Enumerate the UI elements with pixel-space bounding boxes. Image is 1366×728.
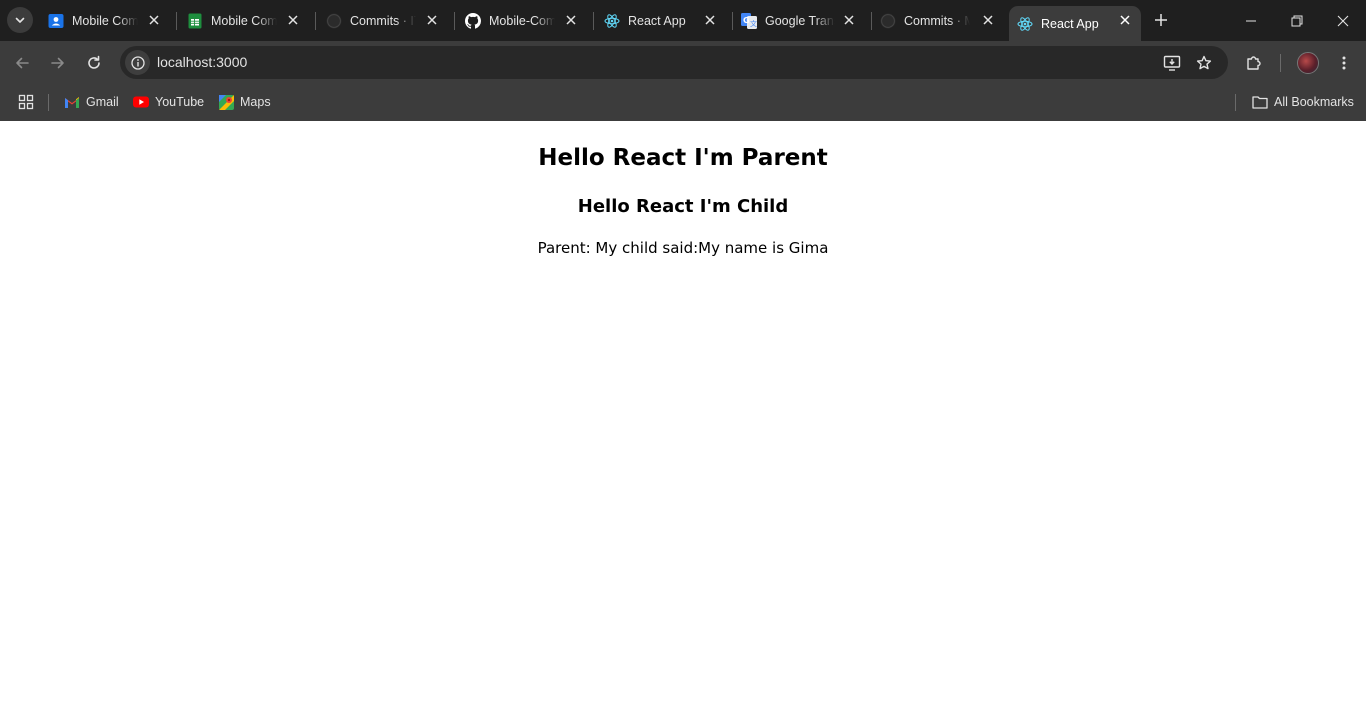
address-bar[interactable]: localhost:3000 — [120, 46, 1228, 79]
info-icon — [130, 55, 145, 70]
svg-text:G: G — [743, 16, 750, 25]
bookmark-maps[interactable]: Maps — [218, 92, 271, 112]
tab-title: Mobile-Com — [489, 13, 555, 28]
close-icon[interactable] — [1117, 12, 1133, 28]
restore-button[interactable] — [1274, 0, 1320, 41]
bookmark-label: Gmail — [86, 95, 119, 109]
tab-commits-m[interactable]: Commits · M — [874, 0, 1004, 41]
tab-google-translate[interactable]: G文 Google Trans — [735, 0, 865, 41]
parent-heading: Hello React I'm Parent — [538, 145, 828, 171]
bookmarks-bar: Gmail YouTube Maps All Bookmarks — [0, 84, 1366, 121]
profile-avatar[interactable] — [1297, 52, 1319, 74]
browser-toolbar: localhost:3000 — [0, 41, 1366, 84]
tab-title: Mobile Com — [72, 13, 138, 28]
tab-separator — [732, 12, 733, 30]
all-bookmarks-label: All Bookmarks — [1274, 95, 1354, 109]
close-icon[interactable] — [563, 12, 579, 28]
new-tab-button[interactable] — [1149, 8, 1173, 32]
extensions-button[interactable] — [1241, 50, 1267, 76]
chevron-down-icon — [15, 17, 25, 23]
bookmark-youtube[interactable]: YouTube — [133, 92, 204, 112]
close-icon[interactable] — [702, 12, 718, 28]
tab-title: Commits · M — [904, 13, 970, 28]
tab-title: React App — [1041, 16, 1099, 31]
parent-message: Parent: My child said:My name is Gima — [537, 239, 829, 257]
back-button[interactable] — [9, 50, 35, 76]
tab-mobile-com-contacts[interactable]: Mobile Com — [40, 0, 170, 41]
star-icon — [1196, 55, 1212, 70]
close-icon[interactable] — [285, 12, 301, 28]
tab-separator — [593, 12, 594, 30]
bookmark-gmail[interactable]: Gmail — [64, 92, 119, 112]
arrow-right-icon — [51, 57, 64, 69]
tab-separator — [315, 12, 316, 30]
bookmark-star-button[interactable] — [1192, 51, 1216, 75]
browser-menu-button[interactable] — [1331, 50, 1357, 76]
more-vertical-icon — [1342, 56, 1346, 70]
child-heading: Hello React I'm Child — [577, 196, 789, 217]
tab-separator — [176, 12, 177, 30]
bookmarks-divider — [1235, 94, 1236, 111]
tab-mobile-com-sheets[interactable]: Mobile Com — [179, 0, 309, 41]
forward-button[interactable] — [45, 50, 71, 76]
tab-title: React App — [628, 13, 686, 28]
google-contacts-icon — [48, 13, 64, 29]
tab-title: Mobile Com — [211, 13, 277, 28]
toolbar-divider — [1280, 54, 1281, 72]
google-maps-icon — [218, 94, 234, 110]
close-icon[interactable] — [980, 12, 996, 28]
close-icon — [1337, 15, 1349, 26]
bookmarks-divider — [48, 94, 49, 111]
reload-button[interactable] — [81, 50, 107, 76]
tab-react-app-active[interactable]: React App — [1009, 6, 1141, 41]
tab-separator — [871, 12, 872, 30]
github-icon — [465, 12, 481, 29]
page-content: Hello React I'm Parent Hello React I'm C… — [0, 121, 1366, 728]
restore-icon — [1291, 15, 1303, 26]
reload-icon — [88, 55, 100, 69]
tab-strip: Mobile Com Mobile Com Commits · IT Mobil… — [0, 0, 1366, 41]
plus-icon — [1155, 14, 1167, 26]
apps-grid-icon — [18, 94, 34, 110]
bookmark-label: Maps — [240, 95, 271, 109]
site-info-button[interactable] — [125, 50, 150, 75]
apps-button[interactable] — [18, 92, 34, 112]
tab-search-button[interactable] — [7, 7, 33, 33]
google-translate-icon: G文 — [741, 12, 757, 29]
react-icon — [604, 13, 620, 29]
close-icon[interactable] — [841, 12, 857, 28]
tab-commits-it[interactable]: Commits · IT — [318, 0, 448, 41]
url-text[interactable]: localhost:3000 — [157, 54, 247, 70]
install-desktop-icon — [1163, 55, 1181, 71]
google-sheets-icon — [187, 13, 203, 29]
tab-react-app[interactable]: React App — [596, 0, 726, 41]
tab-title: Google Trans — [765, 13, 835, 28]
github-icon — [326, 13, 342, 29]
minimize-button[interactable] — [1228, 0, 1274, 41]
react-icon — [1017, 16, 1033, 32]
minimize-icon — [1246, 20, 1256, 21]
all-bookmarks-button[interactable]: All Bookmarks — [1252, 92, 1354, 112]
close-icon[interactable] — [146, 12, 162, 28]
close-window-button[interactable] — [1320, 0, 1366, 41]
youtube-icon — [133, 94, 149, 110]
tab-title: Commits · IT — [350, 13, 416, 28]
tab-separator — [454, 12, 455, 30]
puzzle-icon — [1247, 56, 1261, 70]
bookmark-label: YouTube — [155, 95, 205, 109]
tab-mobile-com-github[interactable]: Mobile-Com — [457, 0, 587, 41]
install-app-button[interactable] — [1160, 51, 1184, 75]
arrow-left-icon — [16, 57, 29, 69]
svg-text:文: 文 — [750, 19, 757, 28]
close-icon[interactable] — [424, 12, 440, 28]
gmail-icon — [64, 94, 80, 110]
github-icon — [880, 13, 896, 29]
folder-icon — [1252, 94, 1268, 110]
